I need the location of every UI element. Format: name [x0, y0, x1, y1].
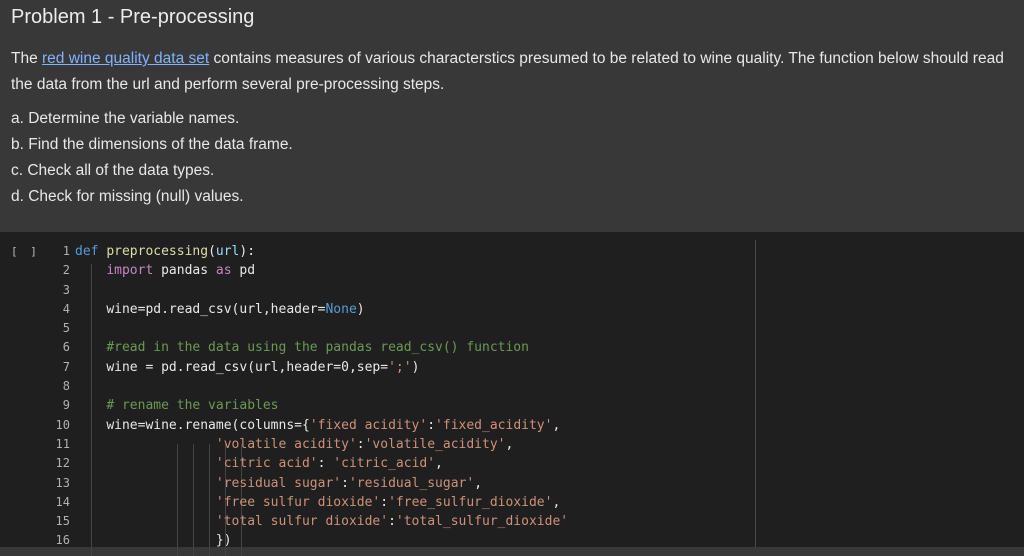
problem-title: Problem 1 - Pre-processing — [11, 6, 255, 28]
line-number: 3 — [62, 282, 70, 297]
code-line-10: wine=wine.rename(columns={'fixed acidity… — [106, 417, 561, 433]
line-number: 15 — [55, 514, 70, 529]
code-line-4: wine=pd.read_csv(url,header=None) — [106, 301, 365, 317]
line-number: 8 — [62, 379, 70, 394]
code-line-9: # rename the variables — [106, 398, 279, 414]
step-b: b. Find the dimensions of the data frame… — [11, 136, 293, 153]
line-number: 2 — [62, 263, 70, 278]
code-line-7: wine = pd.read_csv(url,header=0,sep=';') — [106, 359, 420, 375]
step-a: a. Determine the variable names. — [11, 110, 240, 127]
line-number: 13 — [55, 475, 70, 490]
line-number: 14 — [55, 494, 70, 509]
line-number: 1 — [62, 244, 70, 258]
step-d: d. Check for missing (null) values. — [11, 188, 244, 205]
line-number: 9 — [62, 398, 70, 413]
line-number: 5 — [62, 321, 70, 336]
line-number: 7 — [62, 359, 70, 374]
run-cell-button[interactable]: [ ] — [11, 245, 40, 258]
line-number: 11 — [55, 436, 70, 451]
code-line-13: 'residual sugar':'residual_sugar', — [215, 475, 483, 491]
dataset-link[interactable]: red wine quality data set — [42, 50, 209, 67]
code-line-15: 'total sulfur dioxide':'total_sulfur_dio… — [215, 514, 569, 530]
line-length-ruler — [755, 240, 756, 547]
code-editor[interactable]: def preprocessing(url): import pandas as… — [75, 242, 755, 556]
line-number: 4 — [62, 301, 70, 316]
intro-text-start: The — [11, 50, 43, 67]
line-number-gutter: 1 2 3 4 5 6 7 8 9 10 11 12 13 14 15 16 — [46, 242, 70, 551]
steps-list: a. Determine the variable names. b. Find… — [11, 106, 293, 210]
line-number: 12 — [55, 456, 70, 471]
intro-paragraph: The red wine quality data set contains m… — [11, 46, 1019, 98]
line-number: 10 — [55, 417, 70, 432]
markdown-cell[interactable]: Problem 1 - Pre-processing The red wine … — [0, 0, 1024, 229]
line-number: 16 — [55, 533, 70, 548]
line-number: 6 — [62, 340, 70, 355]
code-cell[interactable]: [ ] 1 2 3 4 5 6 7 8 9 10 11 12 13 14 15 … — [0, 232, 1024, 556]
code-line-11: 'volatile acidity':'volatile_acidity', — [215, 436, 514, 452]
step-c: c. Check all of the data types. — [11, 162, 215, 179]
code-line-14: 'free sulfur dioxide':'free_sulfur_dioxi… — [215, 494, 561, 510]
code-line-12: 'citric acid': 'citric_acid', — [215, 456, 443, 472]
code-line-16: }) — [215, 533, 232, 549]
code-line-6: #read in the data using the pandas read_… — [106, 340, 529, 356]
code-line-1: def preprocessing(url): — [75, 244, 256, 259]
code-line-2: import pandas as pd — [106, 263, 256, 279]
